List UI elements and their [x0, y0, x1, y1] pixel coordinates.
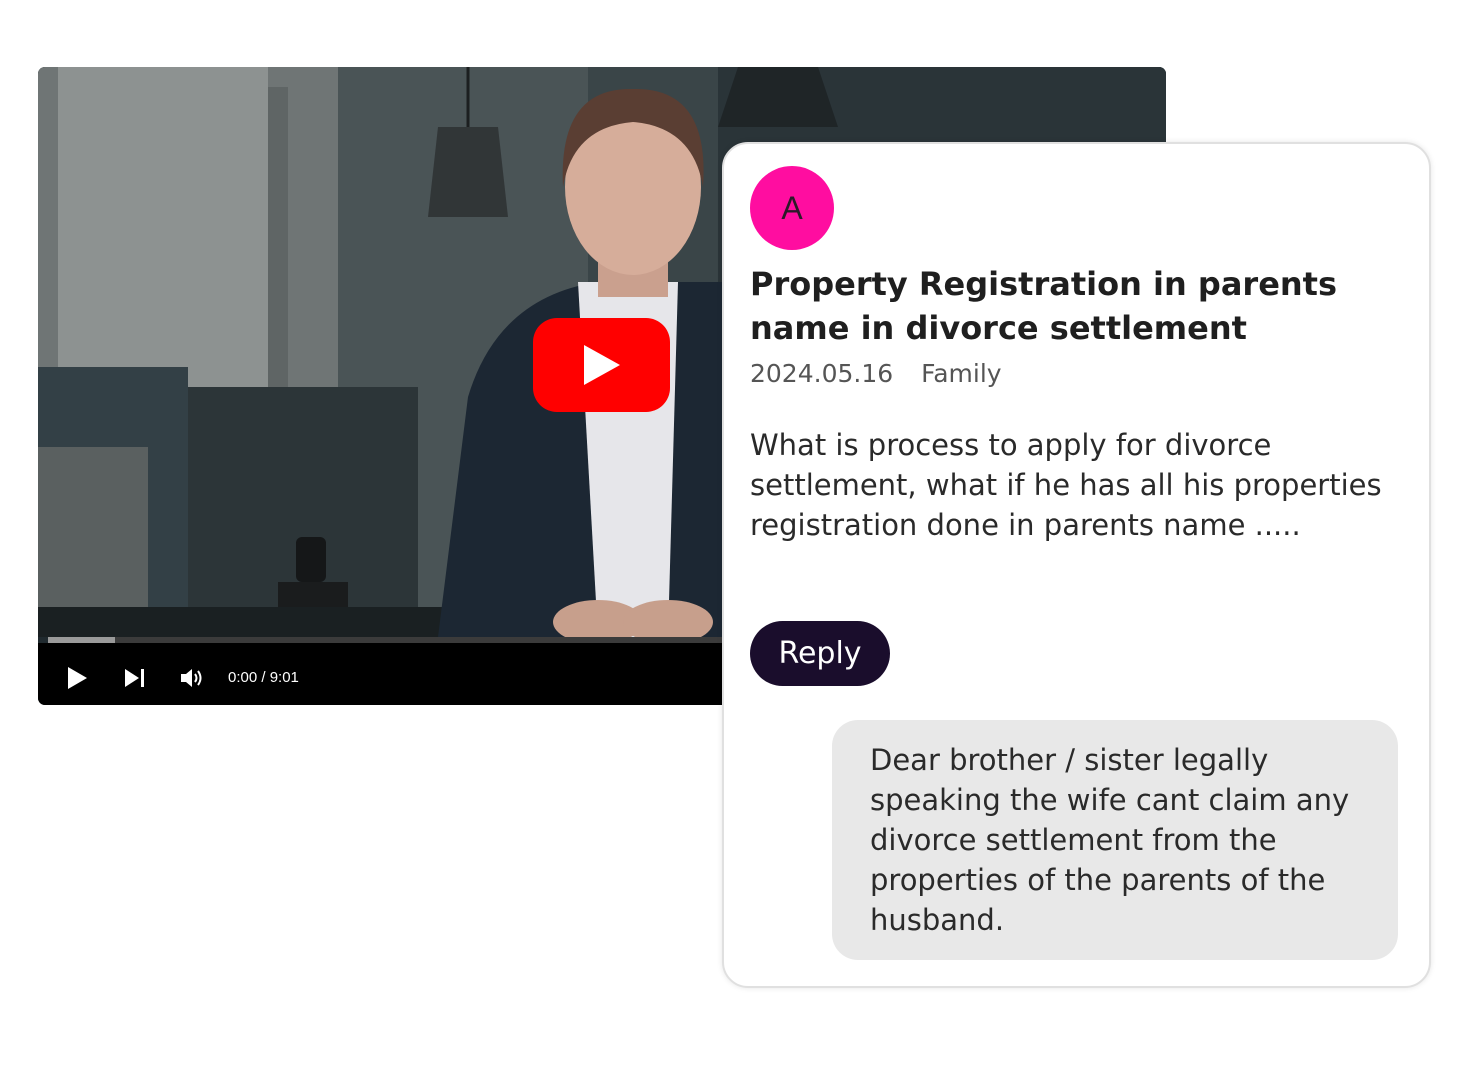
answer-text: Dear brother / sister legally speaking t…: [870, 743, 1350, 937]
big-play-button[interactable]: [533, 318, 670, 412]
question-body: What is process to apply for divorce set…: [750, 428, 1382, 542]
question-date: 2024.05.16: [750, 359, 894, 388]
answer-bubble: Dear brother / sister legally speaking t…: [832, 720, 1398, 960]
next-button[interactable]: [121, 664, 149, 692]
volume-icon: [181, 669, 202, 687]
question-category: Family: [921, 359, 1002, 388]
question-meta: 2024.05.16 Family: [750, 359, 1002, 388]
skip-next-icon: [125, 669, 144, 687]
avatar: A: [750, 166, 834, 250]
volume-button[interactable]: [178, 664, 206, 692]
question-card: A Property Registration in parents name …: [722, 142, 1431, 988]
play-icon: [68, 667, 87, 689]
play-button[interactable]: [63, 664, 91, 692]
reply-button[interactable]: Reply: [750, 621, 890, 686]
question-title: Property Registration in parents name in…: [750, 265, 1338, 347]
youtube-play-icon: [583, 345, 620, 385]
time-display: 0:00 / 9:01: [228, 669, 299, 686]
